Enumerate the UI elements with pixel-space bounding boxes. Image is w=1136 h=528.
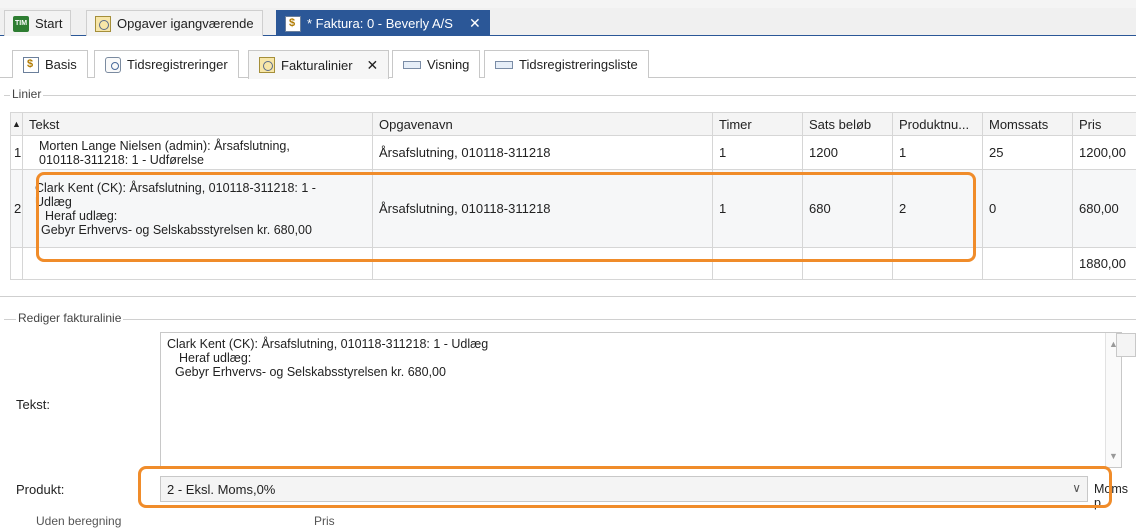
tab-visning-label: Visning [427,57,469,72]
task-icon [95,16,111,32]
cell-moms[interactable]: 25 [983,136,1073,170]
tekst-label: Tekst: [16,397,50,412]
inner-tab-bar: Basis Tidsregistreringer Fakturalinier ✕… [0,44,1136,78]
linier-group-line [4,95,1136,96]
tekst-textarea[interactable]: Clark Kent (CK): Årsafslutning, 010118-3… [160,332,1122,468]
cell-tekst[interactable]: Morten Lange Nielsen (admin): Årsafslutn… [23,136,373,170]
cell-produkt[interactable]: 1 [893,136,983,170]
invoice-icon [285,16,301,32]
tab-faktura[interactable]: * Faktura: 0 - Beverly A/S ✕ [276,10,490,36]
grid-header-row: ▲ Tekst Opgavenavn Timer Sats beløb Prod… [11,113,1136,136]
tab-basis-label: Basis [45,57,77,72]
list-icon [403,61,421,69]
textarea-line: Heraf udlæg: [167,351,1115,365]
textarea-line: Clark Kent (CK): Årsafslutning, 010118-3… [167,337,1115,351]
table-row[interactable]: 1 Morten Lange Nielsen (admin): Årsafslu… [11,136,1136,170]
column-header-timer[interactable]: Timer [713,113,803,136]
task-icon [259,57,275,73]
tab-tidsregistreringer[interactable]: Tidsregistreringer [94,50,239,78]
empty-cell [983,248,1073,280]
produkt-highlight [138,466,1112,508]
cell-opgavenavn[interactable]: Årsafslutning, 010118-311218 [373,136,713,170]
tab-fakturalinier-label: Fakturalinier [281,58,353,73]
tab-start[interactable]: TIM Start [4,10,71,36]
close-icon[interactable]: ✕ [367,57,379,74]
scroll-down-icon[interactable]: ▼ [1109,449,1118,463]
tab-tidsregistreringsliste[interactable]: Tidsregistreringsliste [484,50,649,78]
tab-opgaver[interactable]: Opgaver igangværende [86,10,263,36]
tim-logo-icon: TIM [13,16,29,32]
tekst-line: 010118-311218: 1 - Udførelse [39,153,366,167]
tab-tidsregistreringsliste-label: Tidsregistreringsliste [519,57,638,72]
column-header-produkt[interactable]: Produktnu... [893,113,983,136]
cell-sats[interactable]: 1200 [803,136,893,170]
textarea-line: Gebyr Erhvervs- og Selskabsstyrelsen kr.… [167,365,1115,379]
cell-pris[interactable]: 1200,00 [1073,136,1136,170]
cell-total-pris: 1880,00 [1073,248,1136,280]
empty-cell [11,248,23,280]
cell-moms[interactable]: 0 [983,170,1073,248]
cell-timer[interactable]: 1 [713,136,803,170]
clock-icon [105,57,121,73]
pris-label: Pris [314,514,335,528]
sort-indicator[interactable]: ▲ [11,113,23,136]
list-icon [495,61,513,69]
row-number: 2 [11,170,23,248]
document-tab-bar: TIM Start Opgaver igangværende * Faktura… [0,8,1136,36]
column-header-tekst[interactable]: Tekst [23,113,373,136]
invoice-icon [23,57,39,73]
linier-group-label: Linier [10,87,43,101]
row-number: 1 [11,136,23,170]
tab-faktura-label: * Faktura: 0 - Beverly A/S [307,16,453,31]
uden-beregning-label: Uden beregning [36,514,121,528]
column-header-moms[interactable]: Momssats [983,113,1073,136]
tekst-line: Morten Lange Nielsen (admin): Årsafslutn… [39,139,366,153]
side-button[interactable] [1116,333,1136,357]
close-icon[interactable]: ✕ [469,15,481,32]
column-header-sats[interactable]: Sats beløb [803,113,893,136]
tab-visning[interactable]: Visning [392,50,480,78]
column-header-opgavenavn[interactable]: Opgavenavn [373,113,713,136]
tab-start-label: Start [35,16,62,31]
row-highlight [36,172,976,262]
cell-pris[interactable]: 680,00 [1073,170,1136,248]
produkt-label: Produkt: [16,482,64,497]
column-header-pris[interactable]: Pris [1073,113,1136,136]
tab-tidsregistreringer-label: Tidsregistreringer [127,57,228,72]
top-strip [0,0,1136,8]
tab-fakturalinier[interactable]: Fakturalinier ✕ [248,50,389,79]
tab-basis[interactable]: Basis [12,50,88,78]
rediger-group-label: Rediger fakturalinie [16,311,123,325]
tab-opgaver-label: Opgaver igangværende [117,16,254,31]
rediger-group-line [4,319,1136,320]
